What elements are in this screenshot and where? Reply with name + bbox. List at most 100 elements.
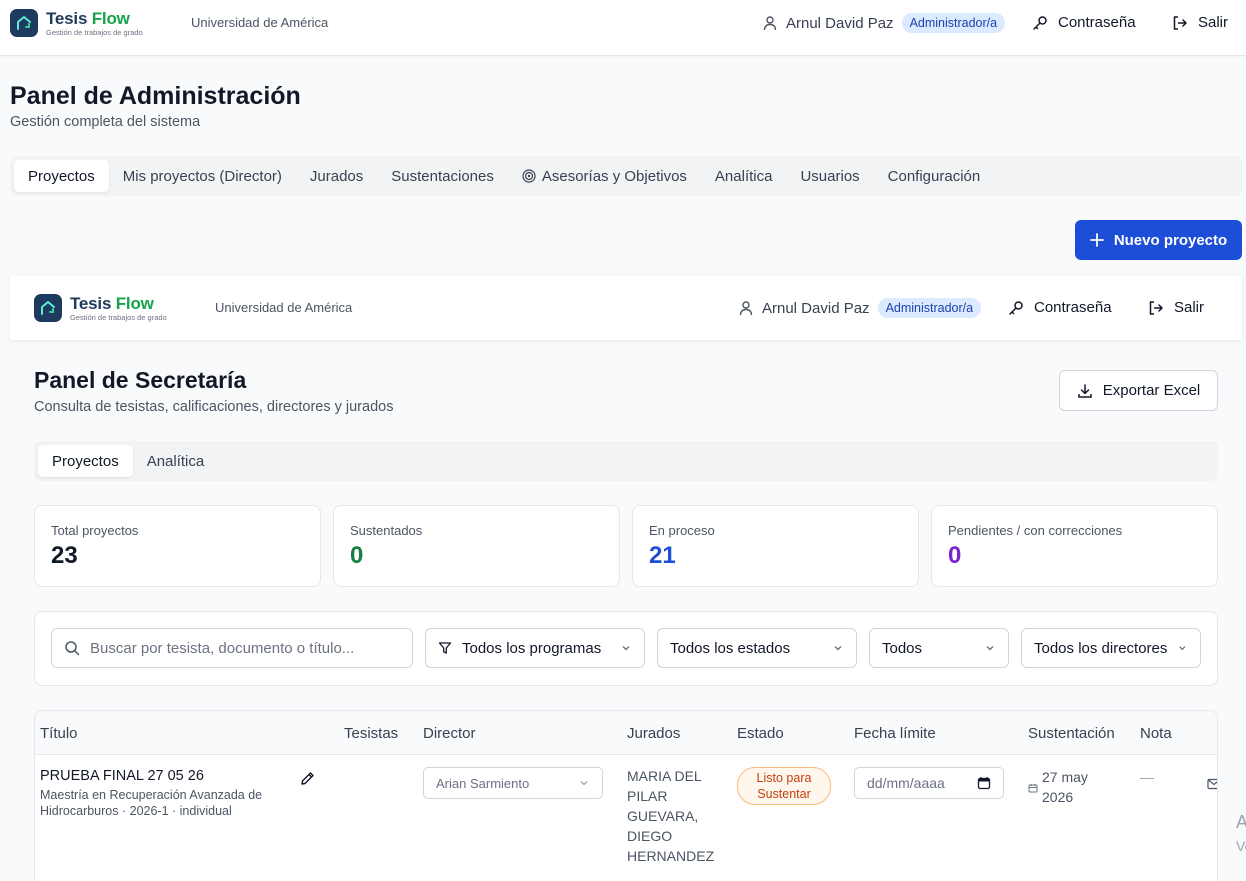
program-filter[interactable]: Todos los programas: [425, 628, 645, 668]
tab-usuarios[interactable]: Usuarios: [786, 160, 873, 192]
status-line: Sustentar: [757, 787, 811, 801]
new-project-button[interactable]: Nuevo proyecto: [1075, 220, 1242, 260]
secretary-subtitle: Consulta de tesistas, calificaciones, di…: [34, 399, 394, 415]
chevron-down-icon: [834, 646, 842, 651]
jurado-line: DIEGO: [627, 828, 673, 844]
logo-icon: [10, 9, 38, 37]
stat-card-pendientes: Pendientes / con correcciones 0: [931, 505, 1218, 587]
brand-logo[interactable]: Tesis Flow Gestión de trabajos de grado: [10, 9, 143, 37]
logout-label: Salir: [1198, 14, 1229, 31]
password-label: Contraseña: [1034, 299, 1112, 316]
university-name: Universidad de América: [215, 300, 353, 315]
logout-label: Salir: [1174, 299, 1205, 316]
filters-card: Buscar por tesista, documento o título..…: [34, 611, 1218, 686]
projects-table: Título Tesistas Director Jurados Estado …: [34, 710, 1218, 881]
watermark-line: A: [1236, 812, 1246, 832]
type-filter[interactable]: Todos: [869, 628, 1009, 668]
export-label: Exportar Excel: [1102, 382, 1201, 399]
defense-date-line: 27 may: [1042, 769, 1088, 785]
tab-sustentaciones[interactable]: Sustentaciones: [377, 160, 508, 192]
col-titulo[interactable]: Título: [40, 725, 78, 742]
chevron-down-icon: [580, 781, 588, 786]
search-placeholder: Buscar por tesista, documento o título..…: [90, 639, 355, 657]
tab-configuracion[interactable]: Configuración: [874, 160, 995, 192]
logout-button[interactable]: Salir: [1172, 14, 1228, 31]
secretary-tabs: Proyectos Analítica: [34, 441, 1218, 481]
page-title: Panel de Administración: [10, 82, 301, 110]
jurado-line: MARIA DEL: [627, 768, 702, 784]
logout-icon: [1149, 300, 1163, 315]
target-icon: [522, 169, 536, 183]
password-button[interactable]: Contraseña: [1032, 14, 1136, 31]
calendar-small-icon: [1028, 784, 1038, 793]
col-nota[interactable]: Nota: [1140, 725, 1172, 742]
brand-subtitle: Gestión de trabajos de grado: [70, 312, 167, 322]
user-info: Arnul David Paz Administrador/a: [738, 298, 982, 318]
search-input[interactable]: Buscar por tesista, documento o título..…: [51, 628, 413, 668]
tab-analitica[interactable]: Analítica: [701, 160, 787, 192]
tab-proyectos[interactable]: Proyectos: [14, 160, 109, 192]
program-filter-value: Todos los programas: [462, 639, 602, 657]
stat-value: 21: [649, 542, 676, 569]
director-filter[interactable]: Todos los directores: [1021, 628, 1201, 668]
col-jurados[interactable]: Jurados: [627, 725, 680, 742]
activation-watermark: A Ve: [1236, 810, 1246, 858]
col-estado[interactable]: Estado: [737, 725, 784, 742]
logout-button[interactable]: Salir: [1148, 299, 1204, 316]
admin-tabs: Proyectos Mis proyectos (Director) Jurad…: [10, 156, 1242, 196]
key-icon: [1033, 15, 1047, 30]
col-sustentacion[interactable]: Sustentación: [1028, 725, 1115, 742]
director-filter-value: Todos los directores: [1034, 639, 1168, 657]
stat-label: Sustentados: [350, 523, 423, 538]
col-director[interactable]: Director: [423, 725, 476, 742]
user-name: Arnul David Paz: [786, 14, 894, 32]
role-badge: Administrador/a: [901, 13, 1006, 33]
status-line: Listo para: [756, 771, 812, 785]
watermark-line: Ve: [1236, 838, 1246, 854]
jurado-line: HERNANDEZ: [627, 848, 715, 864]
col-tesistas[interactable]: Tesistas: [344, 725, 398, 742]
tab-mis-proyectos[interactable]: Mis proyectos (Director): [109, 160, 296, 192]
type-filter-value: Todos: [882, 639, 923, 657]
export-excel-button[interactable]: Exportar Excel: [1059, 370, 1218, 411]
status-filter[interactable]: Todos los estados: [657, 628, 857, 668]
deadline-date-input[interactable]: dd/mm/aaaa: [854, 767, 1004, 799]
tab-jurados[interactable]: Jurados: [296, 160, 377, 192]
project-meta-line: Maestría en Recuperación Avanzada de: [40, 788, 263, 802]
status-filter-value: Todos los estados: [670, 639, 791, 657]
tab-asesorias-label: Asesorías y Objetivos: [541, 167, 687, 185]
tab-analitica[interactable]: Analítica: [133, 445, 219, 477]
mail-icon[interactable]: [1207, 778, 1218, 790]
brand-name: Tesis Flow: [70, 293, 154, 313]
role-badge: Administrador/a: [877, 298, 982, 318]
stat-label: Total proyectos: [51, 523, 139, 538]
password-button[interactable]: Contraseña: [1008, 299, 1112, 316]
stat-label: En proceso: [649, 523, 715, 538]
brand-name: Tesis Flow: [46, 8, 130, 28]
col-fecha-limite[interactable]: Fecha límite: [854, 725, 936, 742]
stat-value: 23: [51, 542, 78, 569]
stat-label: Pendientes / con correcciones: [948, 523, 1123, 538]
calendar-icon[interactable]: [977, 776, 991, 790]
stat-value: 0: [350, 542, 364, 569]
status-badge: Listo para Sustentar: [737, 767, 831, 805]
top-navbar: Tesis Flow Gestión de trabajos de grado …: [0, 0, 1246, 56]
key-icon: [1009, 300, 1023, 315]
password-label: Contraseña: [1058, 14, 1136, 31]
chevron-down-icon: [1179, 646, 1186, 651]
stat-card-en-proceso: En proceso 21: [632, 505, 919, 587]
page-subtitle: Gestión completa del sistema: [10, 114, 201, 130]
tab-proyectos[interactable]: Proyectos: [38, 445, 133, 477]
download-icon: [1077, 383, 1092, 398]
chevron-down-icon: [622, 646, 630, 651]
logo-icon: [34, 294, 62, 322]
tab-asesorias[interactable]: Asesorías y Objetivos: [508, 160, 701, 192]
new-project-label: Nuevo proyecto: [1113, 231, 1228, 249]
edit-pencil-icon[interactable]: [300, 771, 315, 786]
director-select[interactable]: Arian Sarmiento: [423, 767, 603, 799]
inner-brand-logo[interactable]: Tesis Flow Gestión de trabajos de grado: [34, 294, 167, 322]
university-name: Universidad de América: [191, 15, 329, 30]
defense-date-line: 2026: [1042, 789, 1074, 805]
project-meta-line: Hidrocarburos · 2026-1 · individual: [40, 804, 232, 818]
jurado-line: PILAR: [627, 788, 668, 804]
